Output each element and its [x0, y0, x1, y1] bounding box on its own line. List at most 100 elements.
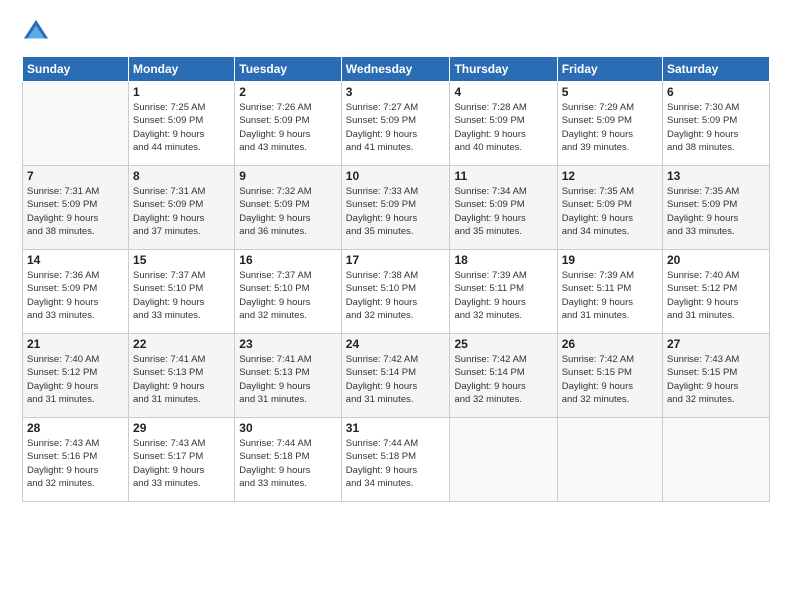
header — [22, 18, 770, 46]
day-number: 21 — [27, 337, 124, 351]
day-detail: Sunrise: 7:39 AM Sunset: 5:11 PM Dayligh… — [562, 269, 658, 322]
day-detail: Sunrise: 7:42 AM Sunset: 5:14 PM Dayligh… — [454, 353, 552, 406]
day-detail: Sunrise: 7:42 AM Sunset: 5:15 PM Dayligh… — [562, 353, 658, 406]
calendar-cell: 29 Sunrise: 7:43 AM Sunset: 5:17 PM Dayli… — [129, 418, 235, 502]
calendar-cell: 31 Sunrise: 7:44 AM Sunset: 5:18 PM Dayli… — [341, 418, 450, 502]
weekday-header-tuesday: Tuesday — [235, 57, 342, 82]
day-detail: Sunrise: 7:28 AM Sunset: 5:09 PM Dayligh… — [454, 101, 552, 154]
day-number: 14 — [27, 253, 124, 267]
weekday-header-monday: Monday — [129, 57, 235, 82]
weekday-header-sunday: Sunday — [23, 57, 129, 82]
calendar-cell: 30 Sunrise: 7:44 AM Sunset: 5:18 PM Dayli… — [235, 418, 342, 502]
day-detail: Sunrise: 7:40 AM Sunset: 5:12 PM Dayligh… — [27, 353, 124, 406]
calendar-cell — [450, 418, 557, 502]
calendar-cell: 16 Sunrise: 7:37 AM Sunset: 5:10 PM Dayli… — [235, 250, 342, 334]
day-number: 8 — [133, 169, 230, 183]
day-number: 31 — [346, 421, 446, 435]
day-detail: Sunrise: 7:36 AM Sunset: 5:09 PM Dayligh… — [27, 269, 124, 322]
calendar-cell: 24 Sunrise: 7:42 AM Sunset: 5:14 PM Dayli… — [341, 334, 450, 418]
day-detail: Sunrise: 7:25 AM Sunset: 5:09 PM Dayligh… — [133, 101, 230, 154]
day-number: 12 — [562, 169, 658, 183]
day-detail: Sunrise: 7:41 AM Sunset: 5:13 PM Dayligh… — [239, 353, 337, 406]
day-number: 20 — [667, 253, 765, 267]
calendar-cell: 3 Sunrise: 7:27 AM Sunset: 5:09 PM Daylig… — [341, 82, 450, 166]
calendar-cell: 21 Sunrise: 7:40 AM Sunset: 5:12 PM Dayli… — [23, 334, 129, 418]
page: SundayMondayTuesdayWednesdayThursdayFrid… — [0, 0, 792, 612]
calendar-cell: 10Sunrise: 7:33 AM Sunset: 5:09 PM Dayli… — [341, 166, 450, 250]
calendar-cell: 13 Sunrise: 7:35 AM Sunset: 5:09 PM Dayli… — [663, 166, 770, 250]
calendar-cell: 19 Sunrise: 7:39 AM Sunset: 5:11 PM Dayli… — [557, 250, 662, 334]
calendar-cell: 28Sunrise: 7:43 AM Sunset: 5:16 PM Dayli… — [23, 418, 129, 502]
calendar-cell: 20 Sunrise: 7:40 AM Sunset: 5:12 PM Dayli… — [663, 250, 770, 334]
calendar-cell: 6 Sunrise: 7:30 AM Sunset: 5:09 PM Daylig… — [663, 82, 770, 166]
calendar-cell: 15 Sunrise: 7:37 AM Sunset: 5:10 PM Dayli… — [129, 250, 235, 334]
day-detail: Sunrise: 7:35 AM Sunset: 5:09 PM Dayligh… — [562, 185, 658, 238]
day-number: 7 — [27, 169, 124, 183]
day-detail: Sunrise: 7:37 AM Sunset: 5:10 PM Dayligh… — [133, 269, 230, 322]
day-number: 4 — [454, 85, 552, 99]
calendar-cell — [557, 418, 662, 502]
day-number: 1 — [133, 85, 230, 99]
day-detail: Sunrise: 7:37 AM Sunset: 5:10 PM Dayligh… — [239, 269, 337, 322]
day-number: 29 — [133, 421, 230, 435]
day-detail: Sunrise: 7:29 AM Sunset: 5:09 PM Dayligh… — [562, 101, 658, 154]
day-detail: Sunrise: 7:39 AM Sunset: 5:11 PM Dayligh… — [454, 269, 552, 322]
weekday-header-thursday: Thursday — [450, 57, 557, 82]
day-number: 3 — [346, 85, 446, 99]
calendar-cell: 27Sunrise: 7:43 AM Sunset: 5:15 PM Dayli… — [663, 334, 770, 418]
day-number: 15 — [133, 253, 230, 267]
day-number: 24 — [346, 337, 446, 351]
day-number: 5 — [562, 85, 658, 99]
calendar-week-row: 28Sunrise: 7:43 AM Sunset: 5:16 PM Dayli… — [23, 418, 770, 502]
weekday-header-row: SundayMondayTuesdayWednesdayThursdayFrid… — [23, 57, 770, 82]
weekday-header-saturday: Saturday — [663, 57, 770, 82]
calendar-cell: 1 Sunrise: 7:25 AM Sunset: 5:09 PM Daylig… — [129, 82, 235, 166]
calendar-cell: 9 Sunrise: 7:32 AM Sunset: 5:09 PM Daylig… — [235, 166, 342, 250]
logo-icon — [22, 18, 50, 46]
calendar-cell: 7 Sunrise: 7:31 AM Sunset: 5:09 PM Daylig… — [23, 166, 129, 250]
calendar-week-row: 21 Sunrise: 7:40 AM Sunset: 5:12 PM Dayli… — [23, 334, 770, 418]
day-number: 10 — [346, 169, 446, 183]
calendar-table: SundayMondayTuesdayWednesdayThursdayFrid… — [22, 56, 770, 502]
day-number: 17 — [346, 253, 446, 267]
day-number: 25 — [454, 337, 552, 351]
day-detail: Sunrise: 7:44 AM Sunset: 5:18 PM Dayligh… — [346, 437, 446, 490]
day-detail: Sunrise: 7:27 AM Sunset: 5:09 PM Dayligh… — [346, 101, 446, 154]
day-detail: Sunrise: 7:43 AM Sunset: 5:16 PM Dayligh… — [27, 437, 124, 490]
day-detail: Sunrise: 7:32 AM Sunset: 5:09 PM Dayligh… — [239, 185, 337, 238]
day-detail: Sunrise: 7:43 AM Sunset: 5:17 PM Dayligh… — [133, 437, 230, 490]
calendar-cell: 26 Sunrise: 7:42 AM Sunset: 5:15 PM Dayli… — [557, 334, 662, 418]
calendar-week-row: 1 Sunrise: 7:25 AM Sunset: 5:09 PM Daylig… — [23, 82, 770, 166]
day-detail: Sunrise: 7:44 AM Sunset: 5:18 PM Dayligh… — [239, 437, 337, 490]
calendar-cell: 17 Sunrise: 7:38 AM Sunset: 5:10 PM Dayli… — [341, 250, 450, 334]
day-detail: Sunrise: 7:31 AM Sunset: 5:09 PM Dayligh… — [27, 185, 124, 238]
day-detail: Sunrise: 7:41 AM Sunset: 5:13 PM Dayligh… — [133, 353, 230, 406]
calendar-cell: 2 Sunrise: 7:26 AM Sunset: 5:09 PM Daylig… — [235, 82, 342, 166]
day-detail: Sunrise: 7:26 AM Sunset: 5:09 PM Dayligh… — [239, 101, 337, 154]
calendar-cell: 22Sunrise: 7:41 AM Sunset: 5:13 PM Dayli… — [129, 334, 235, 418]
day-detail: Sunrise: 7:38 AM Sunset: 5:10 PM Dayligh… — [346, 269, 446, 322]
calendar-cell — [23, 82, 129, 166]
day-number: 16 — [239, 253, 337, 267]
day-number: 2 — [239, 85, 337, 99]
day-detail: Sunrise: 7:40 AM Sunset: 5:12 PM Dayligh… — [667, 269, 765, 322]
day-number: 11 — [454, 169, 552, 183]
day-number: 9 — [239, 169, 337, 183]
calendar-cell: 4 Sunrise: 7:28 AM Sunset: 5:09 PM Daylig… — [450, 82, 557, 166]
weekday-header-friday: Friday — [557, 57, 662, 82]
calendar-cell — [663, 418, 770, 502]
calendar-cell: 14 Sunrise: 7:36 AM Sunset: 5:09 PM Dayli… — [23, 250, 129, 334]
day-number: 19 — [562, 253, 658, 267]
day-detail: Sunrise: 7:42 AM Sunset: 5:14 PM Dayligh… — [346, 353, 446, 406]
day-detail: Sunrise: 7:31 AM Sunset: 5:09 PM Dayligh… — [133, 185, 230, 238]
day-number: 6 — [667, 85, 765, 99]
day-number: 26 — [562, 337, 658, 351]
day-detail: Sunrise: 7:35 AM Sunset: 5:09 PM Dayligh… — [667, 185, 765, 238]
logo — [22, 18, 54, 46]
day-number: 13 — [667, 169, 765, 183]
day-detail: Sunrise: 7:30 AM Sunset: 5:09 PM Dayligh… — [667, 101, 765, 154]
day-detail: Sunrise: 7:34 AM Sunset: 5:09 PM Dayligh… — [454, 185, 552, 238]
calendar-week-row: 7 Sunrise: 7:31 AM Sunset: 5:09 PM Daylig… — [23, 166, 770, 250]
calendar-cell: 5 Sunrise: 7:29 AM Sunset: 5:09 PM Daylig… — [557, 82, 662, 166]
day-number: 30 — [239, 421, 337, 435]
